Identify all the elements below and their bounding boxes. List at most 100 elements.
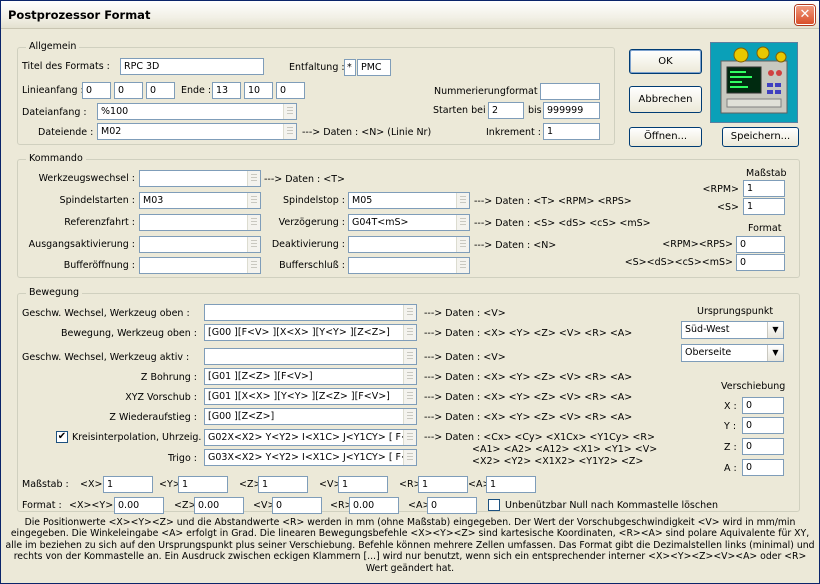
werkzeug-label: Werkzeugswechsel : (38, 173, 135, 184)
edit-button-icon[interactable] (456, 193, 469, 208)
rpmrps-input[interactable]: 0 (736, 236, 785, 253)
seite-select[interactable]: Oberseite ▼ (681, 344, 784, 362)
f-v-input[interactable]: 0 (272, 497, 322, 514)
f-z-input[interactable]: 0.00 (194, 497, 244, 514)
m-x-input[interactable]: 1 (103, 476, 153, 493)
null-checkbox[interactable] (488, 499, 500, 511)
edit-button-icon[interactable] (403, 450, 416, 465)
m-z-input[interactable]: 1 (258, 476, 308, 493)
linienanfang-1[interactable]: 0 (82, 82, 111, 99)
edit-button-icon[interactable] (456, 237, 469, 252)
vx-input[interactable]: 0 (742, 397, 784, 414)
abbrechen-button[interactable]: Abbrechen (629, 86, 702, 113)
f-r-input[interactable]: 0.00 (349, 497, 399, 514)
starten-input[interactable]: 2 (488, 102, 524, 119)
verzoegerung-input[interactable]: G04T<mS> (348, 214, 470, 231)
wieder-label: Z Wiederaufstieg : (109, 412, 197, 423)
bis-label: bis (528, 105, 542, 116)
oeffnen-button[interactable]: Öffnen... (629, 127, 702, 147)
ende-1[interactable]: 13 (212, 82, 241, 99)
ok-button[interactable]: OK (629, 49, 702, 74)
edit-button-icon[interactable] (283, 104, 296, 119)
bohrung-input[interactable]: [G01 ][Z<Z> ][F<V>] (204, 368, 417, 385)
edit-button-icon[interactable] (403, 409, 416, 424)
referenz-input[interactable] (139, 214, 261, 231)
m-v-input[interactable]: 1 (338, 476, 388, 493)
vz-input[interactable]: 0 (742, 438, 784, 455)
werkzeug-input[interactable] (139, 170, 261, 187)
spindelstop-input[interactable]: M05 (348, 192, 470, 209)
linienanfang-2[interactable]: 0 (114, 82, 143, 99)
sdscsms-input[interactable]: 0 (736, 254, 785, 271)
ursprung-select[interactable]: Süd-West ▼ (681, 321, 784, 339)
kreis-input[interactable]: G02X<X2> Y<Y2> I<X1C> J<Y1CY> [ F<V>] (204, 429, 417, 446)
titel-input[interactable]: RPC 3D (120, 58, 264, 75)
bis-input[interactable]: 999999 (543, 102, 600, 119)
dateianfang-input[interactable]: %100 (97, 103, 297, 120)
speichern-button[interactable]: Speichern... (722, 127, 799, 147)
chevron-down-icon[interactable]: ▼ (767, 322, 783, 338)
edit-button-icon[interactable] (403, 369, 416, 384)
edit-button-icon[interactable] (247, 193, 260, 208)
va-label: A : (724, 463, 737, 474)
xyz-info: ---> Daten : <X> <Y> <Z> <V> <R> <A> (424, 392, 633, 403)
edit-button-icon[interactable] (247, 237, 260, 252)
edit-button-icon[interactable] (403, 305, 416, 320)
verzoegerung-value: G04T<mS> (352, 217, 409, 228)
vy-input[interactable]: 0 (742, 417, 784, 434)
dateiende-value: M02 (101, 126, 122, 137)
entfaltung-char-input[interactable]: * (344, 59, 356, 76)
trigo-value: G03X<X2> Y<Y2> I<X1C> J<Y1CY> [ F<V>] (208, 452, 417, 463)
titel-label: Titel des Formats : (22, 61, 110, 72)
edit-button-icon[interactable] (403, 349, 416, 364)
f-a-input[interactable]: 0 (427, 497, 477, 514)
f-xy-input[interactable]: 0.00 (114, 497, 164, 514)
entfaltung-input[interactable]: PMC (357, 59, 391, 76)
edit-button-icon[interactable] (403, 389, 416, 404)
trigo-input[interactable]: G03X<X2> Y<Y2> I<X1C> J<Y1CY> [ F<V>] (204, 449, 417, 466)
edit-button-icon[interactable] (403, 430, 416, 445)
dateianfang-value: %100 (101, 106, 129, 117)
edit-button-icon[interactable] (247, 258, 260, 273)
s-input[interactable]: 1 (743, 198, 785, 215)
rpmrps-label: <RPM><RPS> (662, 239, 733, 250)
deaktiv-input[interactable] (348, 236, 470, 253)
m-a-input[interactable]: 1 (486, 476, 536, 493)
gw-aktiv-input[interactable] (204, 348, 417, 365)
close-icon[interactable]: ✕ (795, 5, 815, 25)
edit-button-icon[interactable] (283, 124, 296, 139)
va-input[interactable]: 0 (742, 459, 784, 476)
wieder-input[interactable]: [G00 ][Z<Z>] (204, 408, 417, 425)
trigo-label: Trigo : (167, 453, 197, 464)
kreis-label: Kreisinterpolation, Uhrzeig. : (72, 432, 208, 443)
b-format-label: Format : (22, 500, 62, 511)
buffer-input[interactable] (139, 257, 261, 274)
chevron-down-icon[interactable]: ▼ (767, 345, 783, 361)
bohrung-value: [G01 ][Z<Z> ][F<V>] (208, 371, 313, 382)
kreis-checkbox[interactable]: ✔ (56, 431, 68, 443)
edit-button-icon[interactable] (456, 215, 469, 230)
sdscsms-label: <S><dS><cS><mS> (624, 257, 733, 268)
nummer-input[interactable] (540, 83, 600, 100)
xyz-input[interactable]: [G01 ][X<X> ][Y<Y> ][Z<Z> ][F<V>] (204, 388, 417, 405)
vx-label: X : (724, 401, 737, 412)
m-y-input[interactable]: 1 (178, 476, 228, 493)
bufferschluss-input[interactable] (348, 257, 470, 274)
deaktiv-info: ---> Daten : <N> (474, 240, 557, 251)
m-r-input[interactable]: 1 (418, 476, 468, 493)
spindelstart-input[interactable]: M03 (139, 192, 261, 209)
bw-oben-input[interactable]: [G00 ][F<V> ][X<X> ][Y<Y> ][Z<Z>] (204, 324, 417, 341)
edit-button-icon[interactable] (247, 171, 260, 186)
ausgang-input[interactable] (139, 236, 261, 253)
ende-3[interactable]: 0 (276, 82, 305, 99)
inkrement-input[interactable]: 1 (543, 123, 600, 140)
edit-button-icon[interactable] (403, 325, 416, 340)
dateiende-input[interactable]: M02 (97, 123, 297, 140)
gw-oben-input[interactable] (204, 304, 417, 321)
postprocessor-window: Postprozessor Format ✕ Allgemein Titel d… (0, 0, 820, 584)
edit-button-icon[interactable] (247, 215, 260, 230)
edit-button-icon[interactable] (456, 258, 469, 273)
linienanfang-3[interactable]: 0 (146, 82, 175, 99)
rpm-input[interactable]: 1 (743, 180, 785, 197)
ende-2[interactable]: 10 (244, 82, 273, 99)
